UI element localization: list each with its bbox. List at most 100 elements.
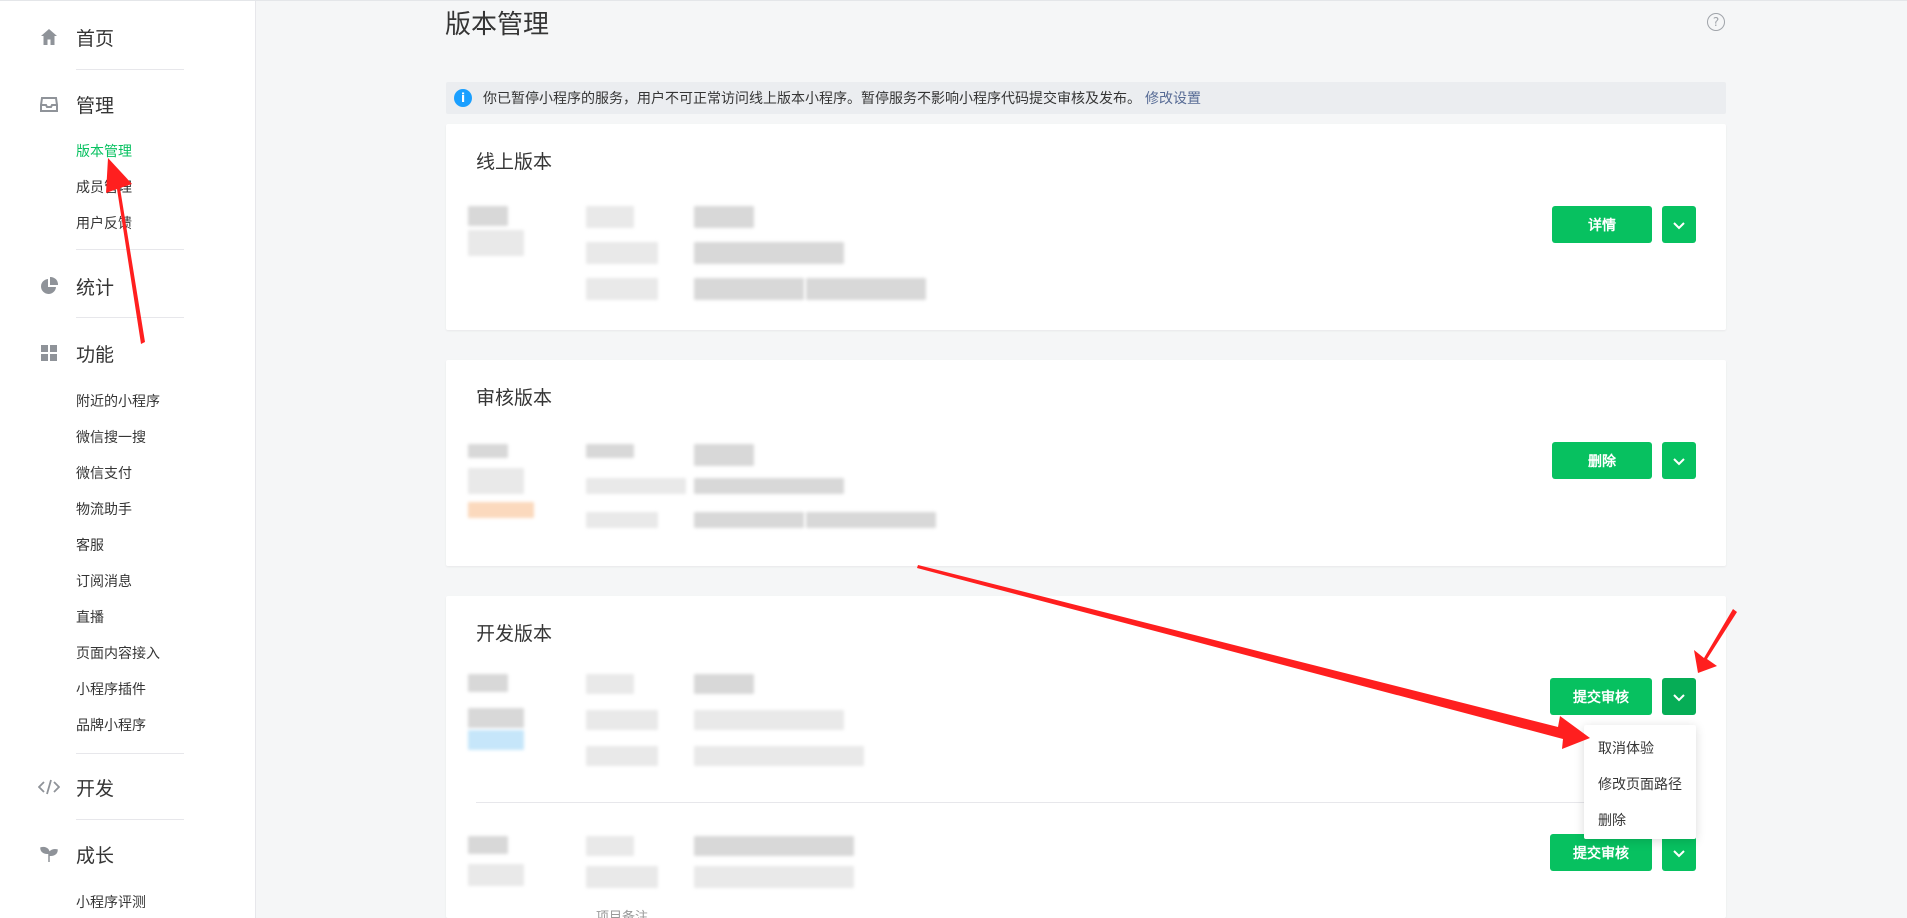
nav-manage[interactable]: 管理 xyxy=(36,84,114,124)
blurred-content xyxy=(694,674,754,694)
sidebar: 首页 管理 版本管理 成员管理 用户反馈 统计 功能 附近的小程序 微信搜一搜 … xyxy=(0,1,256,918)
dev-version-card: 开发版本 提交审核 提交审核 xyxy=(446,596,1726,918)
notice-text: 你已暂停小程序的服务，用户不可正常访问线上版本小程序。暂停服务不影响小程序代码提… xyxy=(483,91,1141,107)
chevron-down-icon xyxy=(1673,687,1685,706)
dev-version-separator xyxy=(476,802,1696,803)
blurred-content xyxy=(468,836,508,854)
review-version-card: 审核版本 删除 xyxy=(446,360,1726,566)
code-icon xyxy=(36,774,62,800)
dev-more-button-2[interactable] xyxy=(1662,834,1696,871)
blurred-content xyxy=(694,836,854,856)
sidebar-item-live[interactable]: 直播 xyxy=(76,607,104,629)
blurred-content xyxy=(586,866,658,888)
blurred-content xyxy=(468,206,508,226)
chevron-down-icon xyxy=(1673,843,1685,862)
blurred-content xyxy=(806,512,936,528)
dev-submit-review-button[interactable]: 提交审核 xyxy=(1550,678,1652,715)
menu-item-modify-page-path[interactable]: 修改页面路径 xyxy=(1584,767,1696,803)
blurred-content xyxy=(586,512,658,528)
review-more-button[interactable] xyxy=(1662,442,1696,479)
online-more-button[interactable] xyxy=(1662,206,1696,243)
nav-develop-label: 开发 xyxy=(76,777,115,800)
dev-submit-review-button-2[interactable]: 提交审核 xyxy=(1550,834,1652,871)
blurred-thumbnail xyxy=(468,730,524,750)
blurred-content xyxy=(694,746,864,766)
online-version-title: 线上版本 xyxy=(476,151,553,173)
blurred-content xyxy=(586,710,658,730)
blurred-content xyxy=(586,836,634,856)
sidebar-divider xyxy=(76,753,184,754)
sidebar-item-brand[interactable]: 品牌小程序 xyxy=(76,715,146,737)
sidebar-item-evaluation[interactable]: 小程序评测 xyxy=(76,892,146,914)
nav-features-label: 功能 xyxy=(76,343,115,366)
sidebar-divider xyxy=(76,249,184,250)
sidebar-divider xyxy=(76,317,184,318)
blurred-status-badge xyxy=(468,502,534,518)
project-note-label: 项目备注 xyxy=(596,910,649,918)
nav-manage-label: 管理 xyxy=(76,94,115,117)
blurred-content xyxy=(694,206,754,228)
sidebar-item-customer-service[interactable]: 客服 xyxy=(76,535,104,557)
nav-stats[interactable]: 统计 xyxy=(36,266,114,306)
blurred-content xyxy=(694,278,804,300)
review-delete-button[interactable]: 删除 xyxy=(1552,442,1652,479)
blurred-content xyxy=(586,278,658,300)
nav-features[interactable]: 功能 xyxy=(36,333,114,373)
menu-item-cancel-experience[interactable]: 取消体验 xyxy=(1584,731,1696,767)
online-detail-button[interactable]: 详情 xyxy=(1552,206,1652,243)
nav-home[interactable]: 首页 xyxy=(36,17,114,57)
service-paused-notice: i 你已暂停小程序的服务，用户不可正常访问线上版本小程序。暂停服务不影响小程序代… xyxy=(446,82,1726,114)
modify-settings-link[interactable]: 修改设置 xyxy=(1145,88,1201,108)
pie-chart-icon xyxy=(36,273,62,299)
dev-version-title: 开发版本 xyxy=(476,623,553,645)
blurred-content xyxy=(468,230,524,256)
blurred-content xyxy=(468,708,524,728)
blurred-content xyxy=(468,444,508,458)
blurred-content xyxy=(694,512,804,528)
sidebar-divider xyxy=(76,819,184,820)
review-version-title: 审核版本 xyxy=(476,387,553,409)
chevron-down-icon xyxy=(1673,451,1685,470)
top-border xyxy=(0,0,1907,1)
blurred-content xyxy=(586,242,658,264)
info-icon: i xyxy=(454,89,472,107)
help-icon[interactable]: ? xyxy=(1707,13,1725,31)
sidebar-item-nearby[interactable]: 附近的小程序 xyxy=(76,391,160,413)
sidebar-item-logistics[interactable]: 物流助手 xyxy=(76,499,132,521)
blurred-content xyxy=(586,674,634,694)
sidebar-item-member-manage[interactable]: 成员管理 xyxy=(76,177,132,199)
nav-home-label: 首页 xyxy=(76,27,115,50)
sidebar-item-page-content[interactable]: 页面内容接入 xyxy=(76,643,160,665)
nav-growth-label: 成长 xyxy=(76,844,115,867)
dev-more-dropdown: 取消体验 修改页面路径 删除 xyxy=(1584,725,1696,839)
blurred-content xyxy=(468,674,508,692)
blurred-content xyxy=(694,242,844,264)
page-title: 版本管理 xyxy=(445,10,550,40)
nav-growth[interactable]: 成长 xyxy=(36,834,114,874)
blurred-content xyxy=(694,478,844,494)
chevron-down-icon xyxy=(1673,215,1685,234)
sprout-icon xyxy=(36,841,62,867)
online-version-card: 线上版本 详情 xyxy=(446,124,1726,330)
sidebar-item-user-feedback[interactable]: 用户反馈 xyxy=(76,213,132,235)
sidebar-item-pay[interactable]: 微信支付 xyxy=(76,463,132,485)
blurred-content xyxy=(468,468,524,494)
blurred-content xyxy=(806,278,926,300)
blurred-content xyxy=(586,444,634,458)
blurred-content xyxy=(468,864,524,886)
sidebar-divider xyxy=(76,69,184,70)
inbox-icon xyxy=(36,91,62,117)
blurred-content xyxy=(694,710,844,730)
sidebar-item-subscribe[interactable]: 订阅消息 xyxy=(76,571,132,593)
blurred-content xyxy=(586,478,686,494)
menu-item-delete[interactable]: 删除 xyxy=(1584,803,1696,839)
sidebar-item-plugin[interactable]: 小程序插件 xyxy=(76,679,146,701)
blurred-content xyxy=(586,206,634,228)
blurred-content xyxy=(694,444,754,466)
sidebar-item-search[interactable]: 微信搜一搜 xyxy=(76,427,146,449)
grid-icon xyxy=(36,340,62,366)
blurred-content xyxy=(694,866,854,888)
nav-develop[interactable]: 开发 xyxy=(36,767,114,807)
sidebar-item-version-manage[interactable]: 版本管理 xyxy=(76,141,132,163)
dev-more-button[interactable] xyxy=(1662,678,1696,715)
